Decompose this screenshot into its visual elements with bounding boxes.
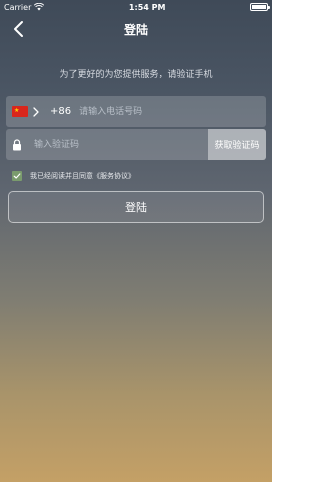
carrier-label: Carrier — [4, 2, 32, 12]
checkmark-icon — [13, 173, 21, 179]
wifi-icon — [34, 3, 45, 11]
login-screen: Carrier 1:54 PM 登陆 为了更好的为您提供服务，请验证手机 ★ +… — [0, 0, 272, 482]
navigation-bar: 登陆 — [0, 14, 272, 44]
verification-code-input[interactable] — [32, 138, 208, 151]
status-time: 1:54 PM — [128, 2, 166, 12]
status-bar: Carrier 1:54 PM — [0, 0, 272, 14]
china-flag-icon[interactable]: ★ — [12, 106, 28, 117]
agreement-text[interactable]: 我已经阅读并且同意《服务协议》 — [30, 171, 135, 181]
battery-icon — [250, 3, 270, 11]
lock-icon — [13, 138, 21, 150]
get-code-button[interactable]: 获取验证码 — [208, 129, 266, 160]
phone-input[interactable] — [77, 105, 266, 118]
country-code: +86 — [50, 106, 72, 117]
chevron-right-icon[interactable] — [32, 106, 40, 117]
agreement-row: 我已经阅读并且同意《服务协议》 — [12, 171, 135, 181]
login-button[interactable]: 登陆 — [8, 191, 264, 223]
phone-field-row: ★ +86 — [6, 96, 266, 127]
back-chevron-icon[interactable] — [10, 19, 28, 39]
agreement-checkbox[interactable] — [12, 171, 22, 181]
verify-phone-subtitle: 为了更好的为您提供服务，请验证手机 — [59, 70, 213, 80]
verification-field-row: 获取验证码 — [6, 129, 266, 160]
page-title: 登陆 — [123, 22, 148, 37]
